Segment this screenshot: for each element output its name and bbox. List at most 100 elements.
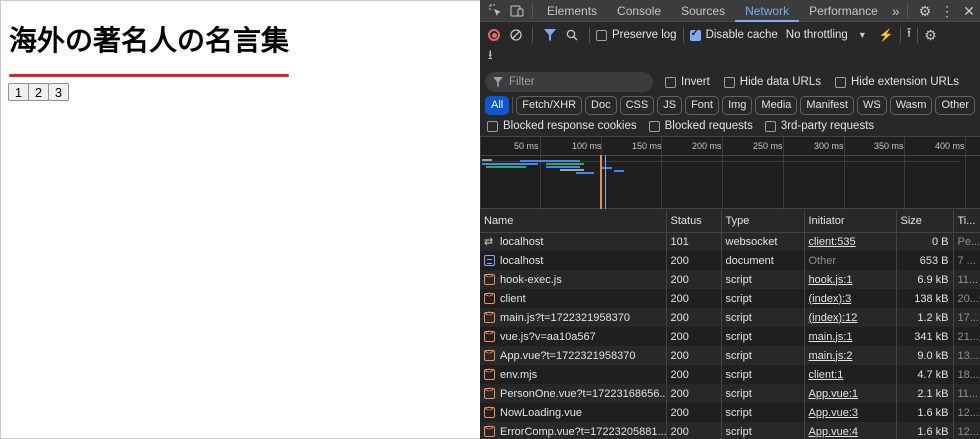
table-row[interactable]: ErrorComp.vue?t=17223205881...200script A…: [480, 422, 980, 439]
tab-sources[interactable]: Sources: [671, 0, 735, 22]
timeline-bar: [482, 159, 492, 161]
table-row[interactable]: env.mjs 200script client:1 4.7 kB18...: [480, 365, 980, 384]
type-chip-other[interactable]: Other: [935, 95, 975, 115]
table-row[interactable]: localhost 200 document Other 653 B7 ...: [480, 251, 980, 270]
type-chip-img[interactable]: Img: [722, 95, 753, 115]
initiator-link[interactable]: App.vue:4: [809, 426, 859, 438]
cell-initiator[interactable]: main.js:2: [804, 346, 897, 365]
column-header-time[interactable]: Ti...: [953, 210, 980, 233]
settings-gear-icon[interactable]: ⚙: [914, 0, 936, 22]
cell-name[interactable]: NowLoading.vue: [480, 403, 667, 422]
clear-icon[interactable]: [506, 29, 526, 41]
tab-performance[interactable]: Performance: [799, 0, 888, 22]
cell-initiator[interactable]: App.vue:3: [804, 403, 897, 422]
filter-funnel-icon[interactable]: [539, 29, 561, 41]
network-conditions-icon[interactable]: ⚡: [879, 28, 894, 42]
table-row[interactable]: NowLoading.vue 200script App.vue:3 1.6 kB12…: [480, 403, 980, 422]
type-chip-css[interactable]: CSS: [619, 95, 655, 115]
timeline-bar: [576, 172, 594, 174]
network-settings-icon[interactable]: ⚙: [924, 27, 937, 44]
blocked-cookies-checkbox[interactable]: [487, 120, 498, 132]
cell-name[interactable]: ErrorComp.vue?t=17223205881...: [480, 422, 667, 439]
cell-name[interactable]: ⇄ localhost: [480, 232, 667, 251]
table-row[interactable]: client 200script (index):3 138 kB20...: [480, 289, 980, 308]
page-button-2[interactable]: 2: [28, 83, 49, 101]
cell-name[interactable]: env.mjs: [480, 365, 667, 384]
search-icon[interactable]: [561, 29, 583, 41]
type-chip-all[interactable]: All: [485, 95, 510, 115]
device-toolbar-icon[interactable]: [506, 0, 528, 22]
initiator-link[interactable]: (index):3: [809, 293, 852, 305]
invert-checkbox[interactable]: [665, 76, 676, 88]
cell-name[interactable]: client: [480, 289, 667, 308]
cell-initiator[interactable]: (index):3: [804, 289, 897, 308]
type-chip-doc[interactable]: Doc: [585, 95, 617, 115]
cell-name[interactable]: hook-exec.js: [480, 270, 667, 289]
type-chip-wasm[interactable]: Wasm: [889, 95, 933, 115]
initiator-link[interactable]: client:535: [809, 236, 856, 248]
cell-initiator[interactable]: App.vue:1: [804, 384, 897, 403]
cell-name[interactable]: App.vue?t=1722321958370: [480, 346, 667, 365]
column-header-type[interactable]: Type: [721, 210, 805, 233]
blocked-requests-checkbox[interactable]: [648, 120, 660, 132]
initiator-link[interactable]: main.js:2: [809, 350, 853, 362]
table-row[interactable]: App.vue?t=1722321958370 200script main.js:…: [480, 346, 980, 365]
type-chip-js[interactable]: JS: [657, 95, 683, 115]
dropdown-arrow-icon[interactable]: ▼: [858, 30, 867, 40]
cell-initiator[interactable]: client:1: [804, 365, 897, 384]
filter-input[interactable]: Filter: [485, 72, 653, 92]
hide-extension-urls-checkbox[interactable]: [834, 76, 846, 88]
inspect-element-icon[interactable]: [484, 0, 506, 22]
table-row[interactable]: main.js?t=1722321958370 200script (index):…: [480, 308, 980, 327]
initiator-link[interactable]: App.vue:3: [809, 407, 859, 419]
table-row[interactable]: PersonOne.vue?t=17223168656...200script A…: [480, 384, 980, 403]
export-har-icon[interactable]: ⭳: [488, 46, 493, 68]
initiator-link[interactable]: hook.js:1: [809, 274, 853, 286]
cell-initiator[interactable]: main.js:1: [804, 327, 897, 346]
column-header-status[interactable]: Status: [666, 210, 722, 233]
script-icon: [484, 387, 495, 399]
cell-initiator[interactable]: (index):12: [804, 308, 897, 327]
type-chip-ws[interactable]: WS: [856, 95, 887, 115]
import-har-icon[interactable]: ⭱: [907, 24, 912, 46]
network-toolbar-overflow: ⭳: [480, 47, 980, 67]
third-party-checkbox[interactable]: [764, 120, 776, 132]
type-chip-fetch-xhr[interactable]: Fetch/XHR: [516, 95, 583, 115]
cell-name[interactable]: main.js?t=1722321958370: [480, 308, 667, 327]
close-icon[interactable]: ✕: [958, 0, 980, 22]
timeline-tick-label: 300 ms: [814, 141, 844, 151]
cell-name[interactable]: vue.js?v=aa10a567: [480, 327, 667, 346]
throttling-select[interactable]: No throttling: [786, 29, 848, 41]
type-chip-manifest[interactable]: Manifest: [800, 95, 854, 115]
table-row[interactable]: vue.js?v=aa10a567 200script main.js:1 341 k…: [480, 327, 980, 346]
kebab-menu-icon[interactable]: ⋮: [936, 0, 958, 22]
table-row[interactable]: hook-exec.js 200script hook.js:1 6.9 kB11..…: [480, 270, 980, 289]
timeline-tick-label: 400 ms: [935, 141, 965, 151]
timeline-overview[interactable]: 50 ms 100 ms 150 ms 200 ms 250 ms 300 ms…: [480, 136, 980, 210]
cell-name[interactable]: localhost: [480, 251, 667, 270]
initiator-link[interactable]: (index):12: [809, 312, 858, 324]
preserve-log-checkbox[interactable]: [596, 29, 607, 41]
initiator-link[interactable]: App.vue:1: [809, 388, 859, 400]
record-icon[interactable]: [488, 29, 500, 41]
hide-data-urls-checkbox[interactable]: [723, 76, 735, 88]
tab-elements[interactable]: Elements: [537, 0, 607, 22]
column-header-name[interactable]: Name: [480, 210, 667, 233]
page-button-3[interactable]: 3: [48, 83, 69, 101]
page-button-1[interactable]: 1: [8, 83, 29, 101]
column-header-size[interactable]: Size: [896, 210, 954, 233]
network-toolbar: Preserve log Disable cache No throttling…: [480, 23, 980, 47]
cell-initiator[interactable]: client:535: [804, 232, 897, 251]
type-chip-font[interactable]: Font: [685, 95, 720, 115]
table-row[interactable]: ⇄ localhost 101 websocket client:535 0 B Pe...: [480, 232, 980, 251]
disable-cache-checkbox[interactable]: [689, 28, 701, 41]
initiator-link[interactable]: main.js:1: [809, 331, 853, 343]
cell-initiator[interactable]: hook.js:1: [804, 270, 897, 289]
initiator-link[interactable]: client:1: [809, 369, 844, 381]
cell-name[interactable]: PersonOne.vue?t=17223168656...: [480, 384, 667, 403]
type-chip-media[interactable]: Media: [755, 95, 798, 115]
tab-network[interactable]: Network: [735, 0, 800, 22]
cell-initiator[interactable]: App.vue:4: [804, 422, 897, 439]
column-header-initiator[interactable]: Initiator: [804, 210, 897, 233]
tab-console[interactable]: Console: [607, 0, 671, 22]
